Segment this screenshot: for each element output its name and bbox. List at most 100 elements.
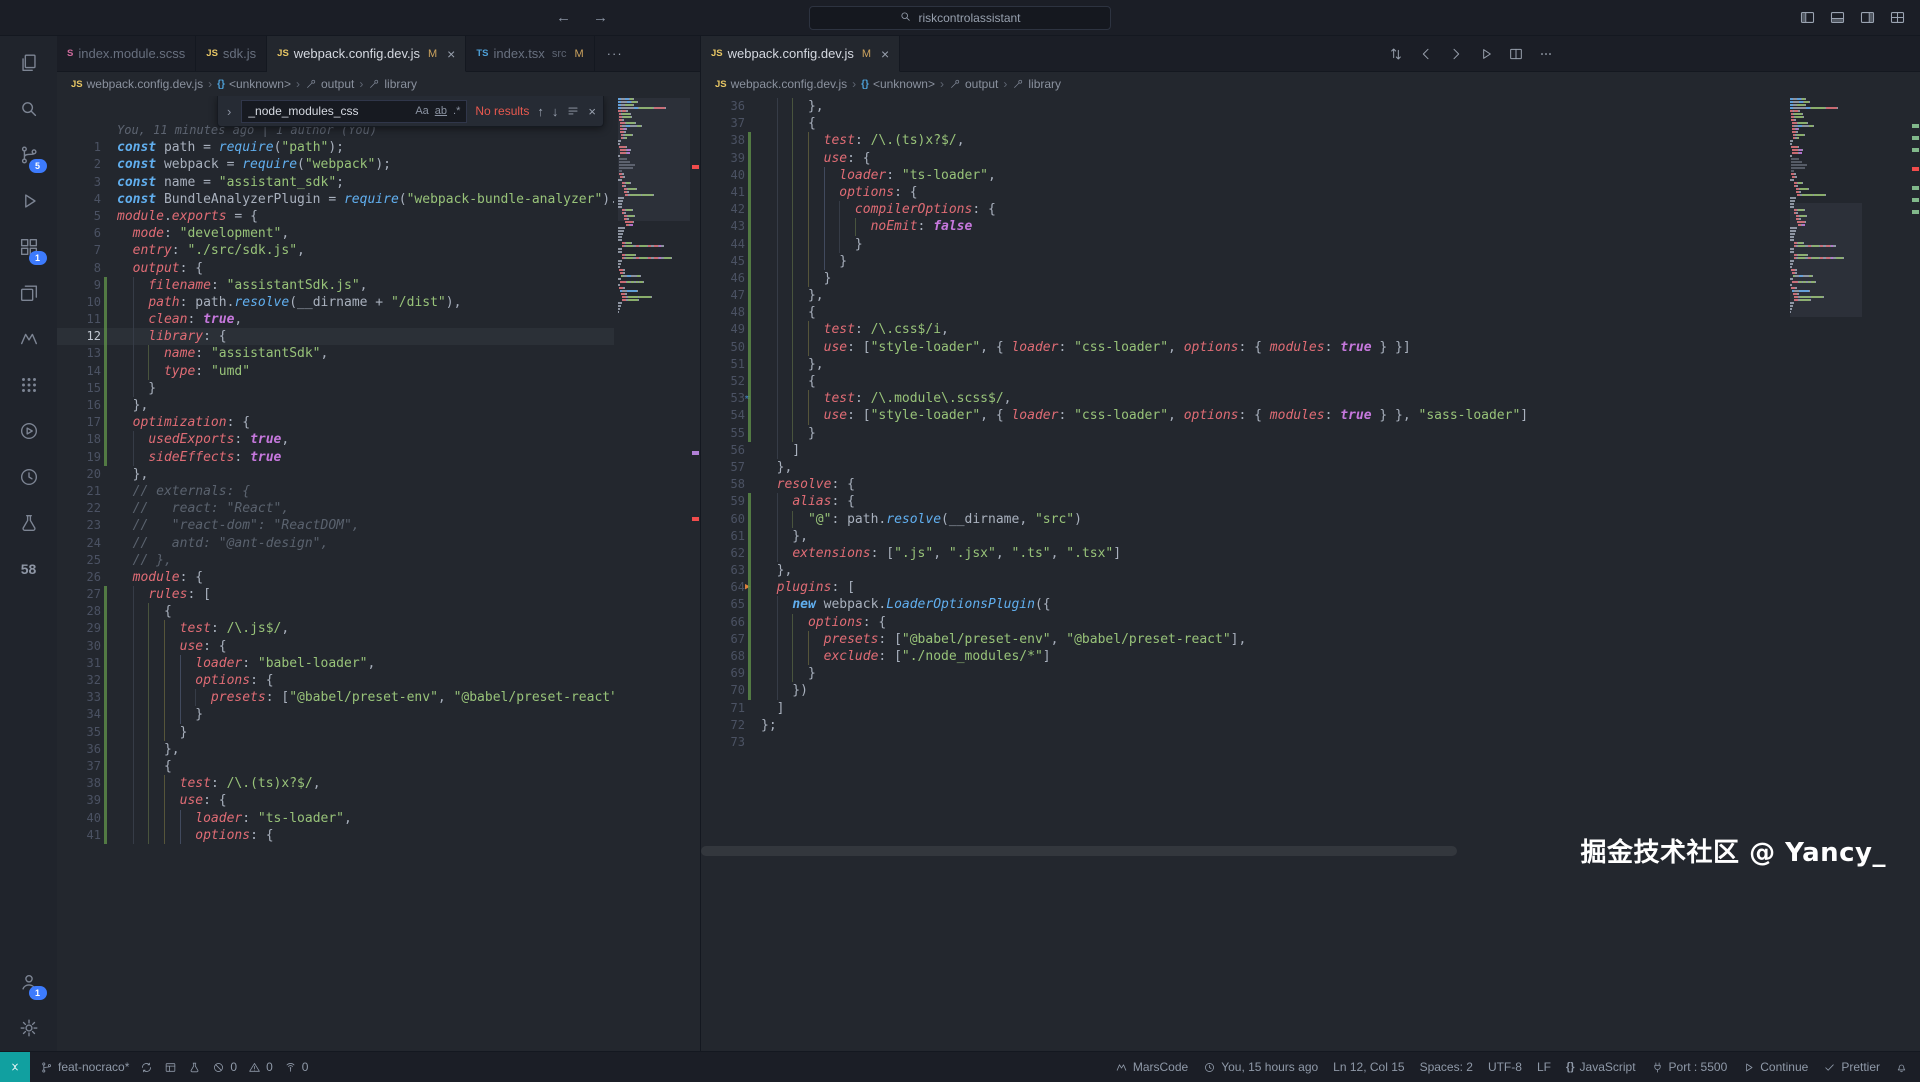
activity-run-circle[interactable] <box>5 408 53 454</box>
editor-1[interactable]: You, 11 minutes ago | 1 author (You)1con… <box>57 96 700 1051</box>
more-icon[interactable] <box>1538 46 1554 62</box>
status-notifications[interactable] <box>1895 1061 1908 1074</box>
whole-word-toggle[interactable]: ab <box>435 105 447 117</box>
code-area-1[interactable]: You, 11 minutes ago | 1 author (You)1con… <box>57 96 614 1051</box>
status-label: LF <box>1537 1060 1551 1074</box>
code-line: 41 options: { <box>57 827 614 844</box>
breadcrumb-webpack.config.dev.js[interactable]: JSwebpack.config.dev.js <box>71 77 203 91</box>
activity-account[interactable]: 1 <box>5 959 53 1005</box>
code-area-2[interactable]: 36 },37 {38 test: /\.(ts)x?$/,39 use: {4… <box>701 96 1788 1051</box>
customize-layout-icon[interactable] <box>1889 9 1906 26</box>
code-text: use: ["style-loader", { loader: "css-loa… <box>755 339 1411 356</box>
back-icon[interactable] <box>1418 46 1434 62</box>
activity-testing[interactable] <box>5 500 53 546</box>
close-tab-icon[interactable]: × <box>881 47 889 61</box>
status-sync[interactable] <box>140 1061 153 1074</box>
find-input[interactable]: _node_modules_css Aa ab .* <box>241 100 467 123</box>
horizontal-scrollbar[interactable] <box>701 846 1457 856</box>
breadcrumb-webpack.config.dev.js[interactable]: JSwebpack.config.dev.js <box>715 77 847 91</box>
find-close-button[interactable]: × <box>588 104 596 119</box>
git-gutter <box>101 363 111 380</box>
line-number: 44 <box>701 236 745 253</box>
activity-history[interactable] <box>5 454 53 500</box>
tab-index.module.scss[interactable]: Sindex.module.scss <box>57 36 196 71</box>
status-live-server-port[interactable]: Port : 5500 <box>1651 1060 1728 1074</box>
activity-source-control[interactable]: 5 <box>5 132 53 178</box>
git-gutter <box>101 724 111 741</box>
git-gutter <box>745 115 755 132</box>
toggle-panel-right-icon[interactable] <box>1859 9 1876 26</box>
status-git-branch[interactable]: feat-nocraco* <box>40 1060 129 1074</box>
minimap-2[interactable] <box>1790 98 1862 1051</box>
command-center-search[interactable]: riskcontrolassistant <box>809 6 1111 30</box>
minimap-slider[interactable] <box>618 98 690 221</box>
activity-counter[interactable]: 58 <box>5 546 53 592</box>
split-icon[interactable] <box>1508 46 1524 62</box>
activity-app-grid[interactable] <box>5 362 53 408</box>
code-line: 50 use: ["style-loader", { loader: "css-… <box>701 339 1788 356</box>
history-forward-icon[interactable]: → <box>593 9 608 26</box>
breadcrumb-output[interactable]: output <box>949 77 998 91</box>
beaker-icon <box>188 1061 201 1074</box>
activity-settings[interactable] <box>5 1005 53 1051</box>
tab-webpack.config.dev.js[interactable]: JSwebpack.config.dev.jsM× <box>701 36 900 72</box>
find-query[interactable]: _node_modules_css <box>248 104 409 118</box>
close-tab-icon[interactable]: × <box>447 47 455 61</box>
git-gutter <box>101 775 111 792</box>
minimap-slider[interactable] <box>1790 203 1862 317</box>
remote-indicator[interactable] <box>0 1052 30 1082</box>
regex-toggle[interactable]: .* <box>453 105 460 117</box>
status-cursor-position[interactable]: Ln 12, Col 15 <box>1333 1060 1404 1074</box>
status-continue[interactable]: Continue <box>1742 1060 1808 1074</box>
activity-extensions[interactable]: 1 <box>5 224 53 270</box>
compare-icon[interactable] <box>1388 46 1404 62</box>
activity-run-debug[interactable] <box>5 178 53 224</box>
status-language-mode[interactable]: {}JavaScript <box>1566 1060 1636 1074</box>
breadcrumb-unknown[interactable]: {}<unknown> <box>861 77 935 91</box>
play-icon[interactable] <box>1478 46 1494 62</box>
tab-webpack.config.dev.js[interactable]: JSwebpack.config.dev.jsM× <box>267 36 466 72</box>
status-errors[interactable]: 0 <box>212 1060 237 1074</box>
toggle-panel-bottom-icon[interactable] <box>1829 9 1846 26</box>
code-text: } <box>755 236 863 253</box>
status-warnings[interactable]: 0 <box>248 1060 273 1074</box>
code-line: 41 options: { <box>701 184 1788 201</box>
history-back-icon[interactable]: ← <box>556 9 571 26</box>
status-eol[interactable]: LF <box>1537 1060 1551 1074</box>
tab-index.tsx[interactable]: TSindex.tsxsrcM <box>466 36 594 71</box>
code-line: 8 output: { <box>57 260 614 277</box>
breadcrumb-unknown[interactable]: {}<unknown> <box>217 77 291 91</box>
find-in-selection-button[interactable] <box>566 104 580 118</box>
breadcrumb-library[interactable]: library <box>368 77 417 91</box>
editor-group-1: Sindex.module.scssJSsdk.jsJSwebpack.conf… <box>57 36 701 1051</box>
find-next-button[interactable]: ↓ <box>552 104 559 119</box>
tab-overflow-button[interactable]: ··· <box>595 36 635 71</box>
activity-marscode-ai[interactable] <box>5 316 53 362</box>
breadcrumb-library[interactable]: library <box>1012 77 1061 91</box>
code-line: 30 use: { <box>57 638 614 655</box>
status-indentation[interactable]: Spaces: 2 <box>1420 1060 1473 1074</box>
activity-search[interactable] <box>5 86 53 132</box>
activity-explorer[interactable] <box>5 40 53 86</box>
find-prev-button[interactable]: ↑ <box>537 104 544 119</box>
tab-sdk.js[interactable]: JSsdk.js <box>196 36 267 71</box>
minimap-1[interactable] <box>618 98 690 1051</box>
status-prettier[interactable]: Prettier <box>1823 1060 1880 1074</box>
toggle-panel-left-icon[interactable] <box>1799 9 1816 26</box>
editor-2[interactable]: 36 },37 {38 test: /\.(ts)x?$/,39 use: {4… <box>701 96 1920 1051</box>
line-number: 48 <box>701 304 745 321</box>
activity-file-collection[interactable] <box>5 270 53 316</box>
status-tests-tool[interactable] <box>188 1061 201 1074</box>
status-layout-tool[interactable] <box>164 1061 177 1074</box>
status-blame-status[interactable]: You, 15 hours ago <box>1203 1060 1318 1074</box>
status-ports[interactable]: 0 <box>284 1060 309 1074</box>
toggle-replace-chevron[interactable]: › <box>225 104 233 119</box>
match-case-toggle[interactable]: Aa <box>415 105 428 117</box>
status-marscode[interactable]: MarsCode <box>1115 1060 1188 1074</box>
line-number: 11 <box>57 311 101 328</box>
forward-icon[interactable] <box>1448 46 1464 62</box>
breadcrumb-output[interactable]: output <box>305 77 354 91</box>
code-text: const BundleAnalyzerPlugin = require("we… <box>111 191 614 208</box>
git-gutter <box>745 253 755 270</box>
status-encoding[interactable]: UTF-8 <box>1488 1060 1522 1074</box>
